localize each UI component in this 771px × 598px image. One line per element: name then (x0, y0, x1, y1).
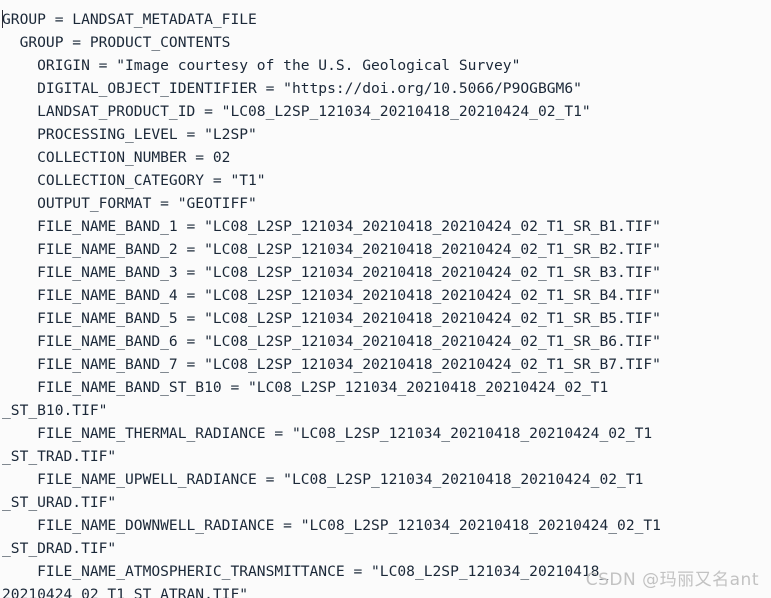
metadata-line: FILE_NAME_BAND_1 = "LC08_L2SP_121034_202… (2, 218, 661, 235)
metadata-line: COLLECTION_NUMBER = 02 (2, 149, 231, 166)
metadata-line: FILE_NAME_BAND_7 = "LC08_L2SP_121034_202… (2, 356, 661, 373)
metadata-line: ORIGIN = "Image courtesy of the U.S. Geo… (2, 57, 521, 74)
metadata-line: FILE_NAME_BAND_4 = "LC08_L2SP_121034_202… (2, 287, 661, 304)
metadata-line: FILE_NAME_BAND_6 = "LC08_L2SP_121034_202… (2, 333, 661, 350)
metadata-line: OUTPUT_FORMAT = "GEOTIFF" (2, 195, 257, 212)
metadata-line: FILE_NAME_ATMOSPHERIC_TRANSMITTANCE = "L… (2, 563, 609, 580)
metadata-line: _ST_URAD.TIF" (2, 494, 117, 511)
metadata-line: GROUP = PRODUCT_CONTENTS (2, 34, 231, 51)
metadata-line: FILE_NAME_BAND_ST_B10 = "LC08_L2SP_12103… (2, 379, 609, 396)
metadata-text-content[interactable]: GROUP = LANDSAT_METADATA_FILE GROUP = PR… (0, 0, 771, 598)
metadata-line: FILE_NAME_BAND_3 = "LC08_L2SP_121034_202… (2, 264, 661, 281)
metadata-line: PROCESSING_LEVEL = "L2SP" (2, 126, 257, 143)
text-cursor-caret (2, 10, 3, 28)
metadata-text-viewer[interactable]: GROUP = LANDSAT_METADATA_FILE GROUP = PR… (0, 0, 771, 598)
metadata-line: LANDSAT_PRODUCT_ID = "LC08_L2SP_121034_2… (2, 103, 591, 120)
metadata-line: FILE_NAME_THERMAL_RADIANCE = "LC08_L2SP_… (2, 425, 653, 442)
metadata-line: FILE_NAME_BAND_5 = "LC08_L2SP_121034_202… (2, 310, 661, 327)
metadata-line: FILE_NAME_DOWNWELL_RADIANCE = "LC08_L2SP… (2, 517, 661, 534)
metadata-line: _ST_DRAD.TIF" (2, 540, 117, 557)
metadata-line: _ST_B10.TIF" (2, 402, 108, 419)
metadata-line: FILE_NAME_UPWELL_RADIANCE = "LC08_L2SP_1… (2, 471, 644, 488)
metadata-line: GROUP = LANDSAT_METADATA_FILE (2, 11, 257, 28)
metadata-line: COLLECTION_CATEGORY = "T1" (2, 172, 266, 189)
metadata-line: _ST_TRAD.TIF" (2, 448, 117, 465)
metadata-line: FILE_NAME_BAND_2 = "LC08_L2SP_121034_202… (2, 241, 661, 258)
metadata-line: 20210424_02_T1_ST_ATRAN.TIF" (2, 586, 249, 598)
metadata-line: DIGITAL_OBJECT_IDENTIFIER = "https://doi… (2, 80, 582, 97)
